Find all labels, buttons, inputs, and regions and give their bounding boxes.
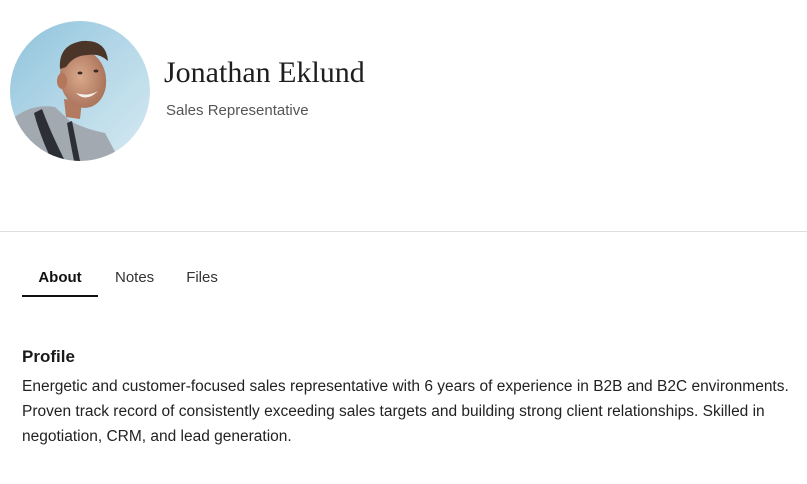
tab-notes[interactable]: Notes	[115, 262, 154, 294]
avatar	[10, 21, 150, 161]
tab-about[interactable]: About	[22, 262, 98, 297]
tab-bar: About Notes Files	[22, 262, 218, 297]
profile-section-title: Profile	[22, 347, 75, 366]
person-photo-icon	[10, 21, 150, 161]
profile-name: Jonathan Eklund	[164, 56, 365, 89]
tab-files[interactable]: Files	[186, 262, 218, 294]
header-divider	[0, 231, 807, 232]
profile-page: Jonathan Eklund Sales Representative Abo…	[0, 0, 807, 484]
profile-role: Sales Representative	[166, 102, 309, 119]
profile-description: Energetic and customer-focused sales rep…	[22, 378, 789, 445]
